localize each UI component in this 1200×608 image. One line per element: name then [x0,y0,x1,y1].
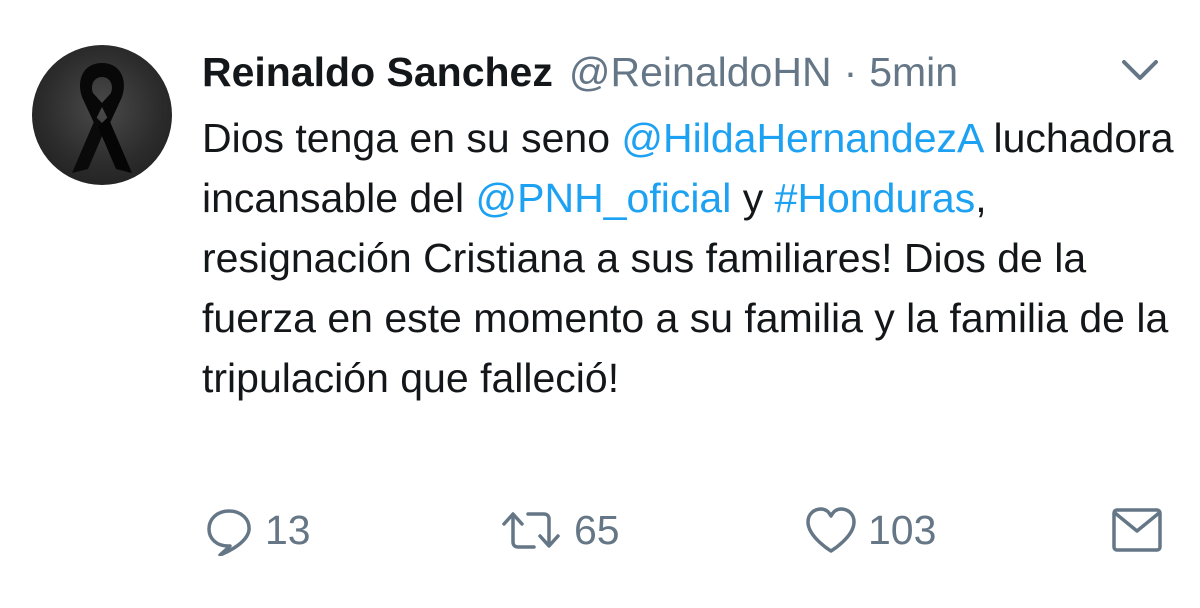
retweet-button[interactable]: 65 [498,500,620,560]
hashtag-link[interactable]: #Honduras [775,175,976,221]
reply-icon [207,509,251,556]
mention-link[interactable]: @HildaHernandezA [621,115,982,161]
tweet-text: Dios tenga en su seno @HildaHernandezA l… [202,108,1182,408]
tweet-timestamp[interactable]: 5min [869,47,958,97]
display-name[interactable]: Reinaldo Sanchez [202,47,553,97]
mourning-ribbon-icon [72,63,132,173]
like-count: 103 [868,506,937,553]
mention-link[interactable]: @PNH_oficial [476,175,732,221]
separator-dot: · [843,49,858,95]
envelope-icon [1112,508,1162,552]
avatar[interactable] [32,45,172,185]
tweet-card: Reinaldo Sanchez @ReinaldoHN · 5min Dios… [0,0,1200,608]
tweet-text-part: Dios tenga en su seno [202,115,622,161]
retweet-icon [502,512,560,549]
user-handle[interactable]: @ReinaldoHN [569,47,832,97]
tweet-text-part: y [731,175,775,221]
tweet-header: Reinaldo Sanchez @ReinaldoHN · 5min [202,47,958,97]
heart-icon [806,507,856,553]
reply-button[interactable]: 13 [203,500,311,560]
like-button[interactable]: 103 [804,500,936,560]
tweet-actions: 13 65 103 [0,500,1200,560]
retweet-count: 65 [574,506,620,553]
reply-count: 13 [265,506,311,553]
direct-message-button[interactable] [1110,500,1164,560]
chevron-down-icon[interactable] [1118,52,1162,88]
